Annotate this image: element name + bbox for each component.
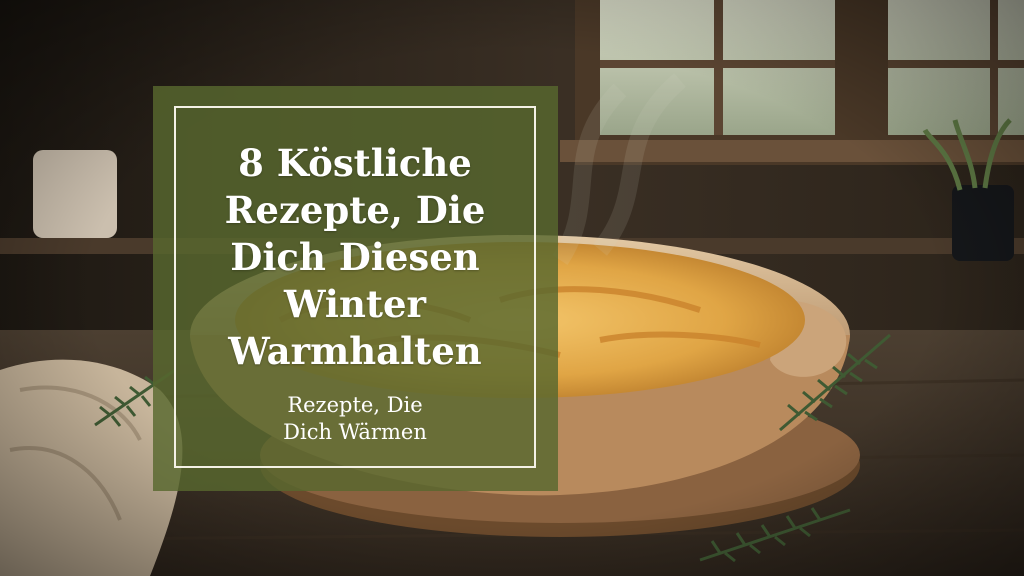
headline: 8 Köstliche Rezepte, Die Dich Diesen Win… xyxy=(174,140,536,375)
headline-line: Warmhalten xyxy=(228,329,482,373)
headline-line: Rezepte, Die xyxy=(224,188,486,232)
headline-line: 8 Köstliche xyxy=(238,141,472,185)
subheadline-line: Rezepte, Die xyxy=(287,393,423,417)
subheadline-line: Dich Wärmen xyxy=(283,420,427,444)
subheadline: Rezepte, Die Dich Wärmen xyxy=(174,392,536,446)
headline-line: Winter xyxy=(284,282,426,326)
headline-line: Dich Diesen xyxy=(230,235,480,279)
